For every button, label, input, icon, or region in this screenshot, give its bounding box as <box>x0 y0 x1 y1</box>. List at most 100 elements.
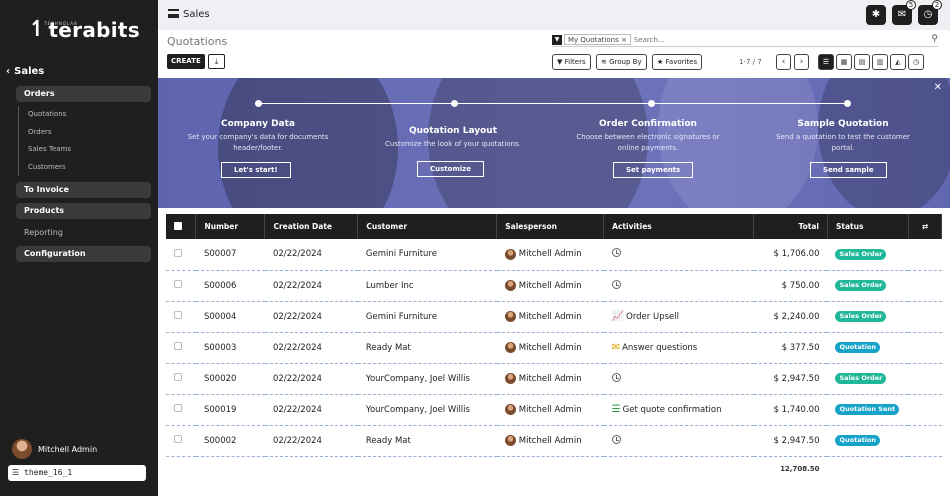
orders-subnav: Quotations Orders Sales Teams Customers <box>18 106 148 176</box>
row-select-cell[interactable] <box>166 394 196 426</box>
view-graph-button[interactable]: ◭ <box>890 54 906 70</box>
view-activity-button[interactable]: ◷ <box>908 54 924 70</box>
app-back-button[interactable]: ‹ Sales <box>6 66 44 77</box>
cell-activities <box>603 239 754 271</box>
cell-total: $ 2,947.50 <box>753 425 828 457</box>
set-payments-button[interactable]: Set payments <box>613 162 694 178</box>
pager-value[interactable]: 1-7 / 7 <box>739 58 762 66</box>
search-facet[interactable]: My Quotations × <box>564 34 631 45</box>
row-checkbox[interactable] <box>174 435 182 443</box>
cell-total: $ 750.00 <box>753 270 828 302</box>
sidebar-item-reporting[interactable]: Reporting <box>16 225 151 241</box>
clock-icon[interactable] <box>611 372 621 382</box>
search-input[interactable] <box>633 35 834 44</box>
download-button[interactable]: ⤓ <box>208 54 225 69</box>
column-header-activities[interactable]: Activities <box>603 214 755 239</box>
avatar <box>504 342 516 353</box>
row-select-cell[interactable] <box>166 270 196 302</box>
cell-number: S00020 <box>195 363 265 395</box>
sidebar-item-configuration[interactable]: Configuration <box>16 246 151 262</box>
view-kanban-button[interactable]: ▦ <box>836 54 852 70</box>
tasks-icon: ☰ <box>611 403 621 415</box>
table-row[interactable]: S00003 02/22/2024 Ready Mat Mitchell Adm… <box>166 332 942 364</box>
activity-cell-content[interactable]: 📈 Order Upsell <box>612 311 746 322</box>
onboarding-step-company-data: Company Data Set your company's data for… <box>163 119 353 154</box>
debug-icon[interactable]: ✱ <box>866 5 886 25</box>
sidebar-item-sales-teams[interactable]: Sales Teams <box>19 141 148 159</box>
theme-selector[interactable]: ☰ theme_16_1 <box>8 465 146 481</box>
cell-salesperson: Mitchell Admin <box>496 363 604 395</box>
send-sample-button[interactable]: Send sample <box>810 162 887 178</box>
messages-icon[interactable]: ✉ 5 <box>892 0 916 25</box>
view-pivot-button[interactable]: ▥ <box>872 54 888 70</box>
close-icon[interactable]: ✕ <box>934 82 942 93</box>
step-description: Choose between electronic signatures or <box>576 133 720 141</box>
clock-icon[interactable] <box>611 279 621 289</box>
table-row[interactable]: S00019 02/22/2024 YourCompany, Joel Will… <box>166 394 942 426</box>
table-row[interactable]: S00004 02/22/2024 Gemini Furniture Mitch… <box>166 301 942 333</box>
sidebar-item-products[interactable]: Products <box>16 203 151 219</box>
row-checkbox[interactable] <box>174 280 182 288</box>
select-all-checkbox[interactable] <box>174 221 182 230</box>
column-settings-icon[interactable]: ⇄ <box>922 222 928 231</box>
row-select-cell[interactable] <box>166 239 196 271</box>
table-row[interactable]: S00006 02/22/2024 Lumber Inc Mitchell Ad… <box>166 270 942 302</box>
star-icon: ★ <box>657 58 664 66</box>
sidebar-item-quotations[interactable]: Quotations <box>19 106 148 124</box>
column-header-salesperson[interactable]: Salesperson <box>496 214 605 239</box>
column-header-total[interactable]: Total <box>753 214 828 239</box>
activity-summary: Answer questions <box>622 342 698 353</box>
sidebar-item-to-invoice[interactable]: To Invoice <box>16 182 151 198</box>
table-row[interactable]: S00007 02/22/2024 Gemini Furniture Mitch… <box>166 239 942 271</box>
customize-button[interactable]: Customize <box>417 161 484 177</box>
step-dot <box>451 100 458 107</box>
clock-icon[interactable] <box>611 434 621 444</box>
select-all-cell[interactable] <box>166 214 197 239</box>
sidebar: ↿ terabits TECHNOLAB ‹ Sales Orders Quot… <box>0 0 158 496</box>
view-calendar-button[interactable]: ▤ <box>854 54 870 70</box>
view-list-button[interactable]: ☰ <box>818 54 834 70</box>
column-header-customer[interactable]: Customer <box>357 214 498 239</box>
layers-icon: ≋ <box>601 58 607 66</box>
activity-cell-content[interactable]: ☰ Get quote confirmation <box>611 403 746 415</box>
salesperson-name: Mitchell Admin <box>518 280 582 291</box>
row-select-cell[interactable] <box>166 363 196 395</box>
favorites-button[interactable]: ★ Favorites <box>652 54 703 70</box>
pager-previous-button[interactable]: ‹ <box>776 54 791 70</box>
filters-button[interactable]: ▼ Filters <box>552 54 591 70</box>
step-title: Order Confirmation <box>599 119 697 129</box>
menu-toggle-icon[interactable] <box>168 9 179 18</box>
search-icon[interactable]: ⚲ <box>931 34 938 44</box>
row-select-cell[interactable] <box>166 332 196 364</box>
clock-icon[interactable] <box>611 248 621 258</box>
grand-total: 12,708.50 <box>780 464 820 473</box>
row-checkbox[interactable] <box>174 248 182 257</box>
cell-salesperson: Mitchell Admin <box>496 425 604 457</box>
row-select-cell[interactable] <box>166 425 196 457</box>
table-row[interactable]: S00020 02/22/2024 YourCompany, Joel Will… <box>166 363 942 395</box>
create-button[interactable]: CREATE <box>167 54 205 69</box>
database-icon: ☰ <box>12 468 20 477</box>
lets-start-button[interactable]: Let's start! <box>221 162 291 178</box>
sidebar-item-orders-sub[interactable]: Orders <box>19 124 148 142</box>
table-row[interactable]: S00002 02/22/2024 Ready Mat Mitchell Adm… <box>166 425 942 457</box>
column-header-status[interactable]: Status <box>827 214 909 239</box>
sidebar-item-orders[interactable]: Orders <box>16 86 151 102</box>
pager-next-button[interactable]: › <box>794 54 809 70</box>
row-checkbox[interactable] <box>174 342 182 350</box>
column-header-number[interactable]: Number <box>195 214 266 239</box>
user-menu[interactable]: Mitchell Admin <box>8 436 156 462</box>
row-checkbox[interactable] <box>174 404 182 412</box>
group-by-button[interactable]: ≋ Group By <box>596 54 647 70</box>
activities-clock-icon[interactable]: ◷ 2 <box>918 0 942 25</box>
activity-cell-content[interactable]: ✉ Answer questions <box>612 342 746 353</box>
cell-activities <box>603 270 754 302</box>
avatar <box>504 435 516 446</box>
row-checkbox[interactable] <box>174 311 182 319</box>
column-options-cell[interactable]: ⇄ <box>908 214 943 239</box>
row-checkbox[interactable] <box>174 373 182 381</box>
sidebar-item-customers[interactable]: Customers <box>19 159 148 177</box>
cell-salesperson: Mitchell Admin <box>496 239 604 271</box>
column-header-creation-date[interactable]: Creation Date <box>264 214 359 239</box>
row-select-cell[interactable] <box>166 301 196 333</box>
